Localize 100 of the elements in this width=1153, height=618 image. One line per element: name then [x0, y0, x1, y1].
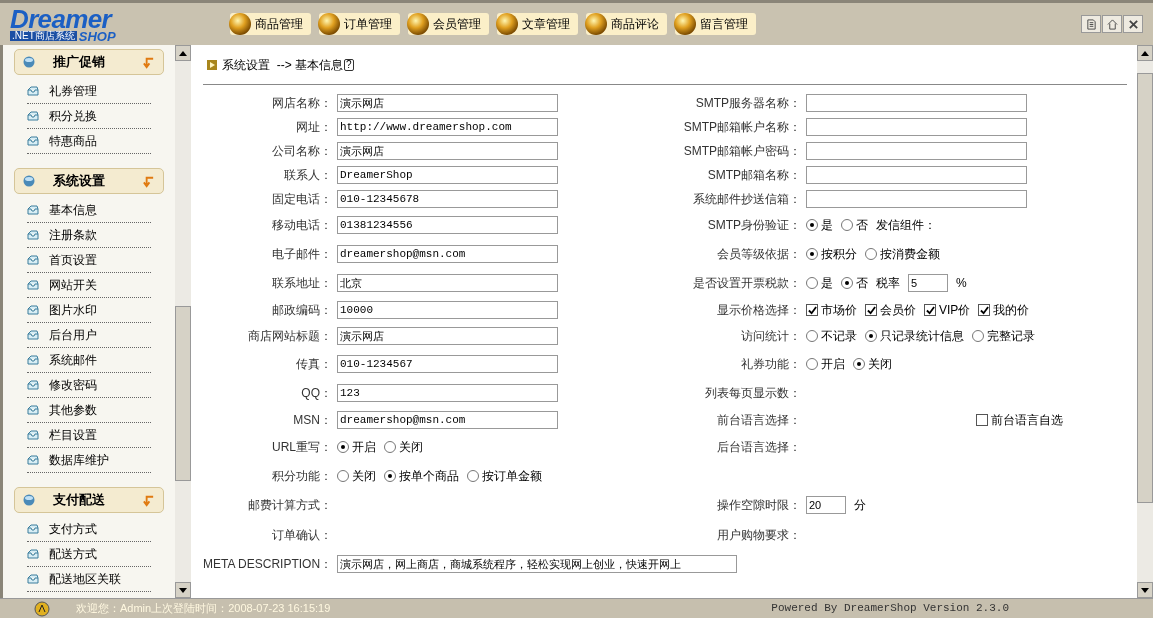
sidebar-item[interactable]: 积分兑换: [27, 104, 151, 129]
field-label: URL重写：: [271, 439, 333, 456]
down-arrow-icon[interactable]: [179, 587, 187, 593]
field-label: 积分功能：: [271, 468, 333, 485]
orb-icon: [23, 56, 35, 68]
checkbox-label: 会员价: [880, 302, 916, 319]
radio-button[interactable]: [972, 330, 984, 342]
radio-button[interactable]: [806, 248, 818, 260]
text-field[interactable]: dreamershop@msn.com: [337, 411, 558, 429]
radio-label: 按订单金额: [482, 468, 542, 485]
radio-button[interactable]: [853, 358, 865, 370]
text-field[interactable]: 01381234556: [337, 216, 558, 234]
group-header[interactable]: 支付配送: [14, 487, 164, 513]
checkbox[interactable]: [865, 304, 877, 316]
sidebar-item[interactable]: 数据库维护: [27, 448, 151, 473]
text-field[interactable]: 10000: [337, 301, 558, 319]
sidebar-item[interactable]: 其他参数: [27, 398, 151, 423]
nav-tab[interactable]: 会员管理: [408, 13, 489, 35]
text-field[interactable]: [806, 118, 1027, 136]
nav-tab[interactable]: 留言管理: [675, 13, 756, 35]
radio-button[interactable]: [865, 330, 877, 342]
radio-button[interactable]: [806, 219, 818, 231]
orb-icon: [317, 12, 341, 36]
sidebar-item[interactable]: 后台用户: [27, 323, 151, 348]
field-label: 用户购物要求：: [716, 527, 802, 544]
group-header[interactable]: 推广促销: [14, 49, 164, 75]
text-field[interactable]: 演示网店: [337, 327, 558, 345]
sidebar-item[interactable]: 配送地区关联: [27, 567, 151, 592]
text-field[interactable]: [806, 166, 1027, 184]
field-label: 联系人：: [283, 167, 333, 184]
field-text: 发信组件：: [876, 217, 936, 234]
checkbox[interactable]: [976, 414, 988, 426]
radio-button[interactable]: [806, 277, 818, 289]
text-field[interactable]: dreamershop@msn.com: [337, 245, 558, 263]
sidebar-item[interactable]: 基本信息: [27, 198, 151, 223]
sidebar-item[interactable]: 支付方式: [27, 517, 151, 542]
text-field[interactable]: [806, 94, 1027, 112]
radio-button[interactable]: [865, 248, 877, 260]
field-label: 联系地址：: [271, 275, 333, 292]
field-label: 后台语言选择：: [716, 439, 802, 456]
text-field[interactable]: 123: [337, 384, 558, 402]
close-icon[interactable]: [1123, 15, 1143, 33]
radio-button[interactable]: [806, 358, 818, 370]
up-arrow-icon[interactable]: [179, 50, 187, 56]
radio-label: 关闭: [399, 439, 423, 456]
down-arrow-icon[interactable]: [1141, 587, 1149, 593]
text-field[interactable]: 北京: [337, 274, 558, 292]
radio-button[interactable]: [337, 470, 349, 482]
radio-label: 按积分: [821, 246, 857, 263]
radio-button[interactable]: [384, 441, 396, 453]
nav-tab[interactable]: 文章管理: [497, 13, 578, 35]
group-title: 支付配送: [52, 491, 106, 510]
text-field[interactable]: [806, 190, 1027, 208]
scrollbar[interactable]: [175, 45, 191, 598]
text-field[interactable]: 010-12345678: [337, 190, 558, 208]
orb-icon: [495, 12, 519, 36]
checkbox[interactable]: [806, 304, 818, 316]
text-field[interactable]: 演示网店，网上商店，商城系统程序，轻松实现网上创业，快速开网上: [337, 555, 737, 573]
sidebar-item[interactable]: 首页设置: [27, 248, 151, 273]
text-field[interactable]: 20: [806, 496, 846, 514]
group-header[interactable]: 系统设置: [14, 168, 164, 194]
nav-tab[interactable]: 商品管理: [230, 13, 311, 35]
sidebar-item[interactable]: 栏目设置: [27, 423, 151, 448]
radio-button[interactable]: [384, 470, 396, 482]
sidebar-item[interactable]: 网站开关: [27, 273, 151, 298]
tray-icon: [27, 136, 39, 146]
sidebar-item[interactable]: 系统邮件: [27, 348, 151, 373]
sidebar-item[interactable]: 配送方式: [27, 542, 151, 567]
field-label: 邮费计算方式：: [247, 497, 333, 514]
text-field[interactable]: 演示网店: [337, 94, 558, 112]
text-field[interactable]: 5: [908, 274, 948, 292]
breadcrumb: 系统设置 --> 基本信息: [222, 56, 343, 74]
orb-icon: [23, 494, 35, 506]
radio-button[interactable]: [806, 330, 818, 342]
nav-tab[interactable]: 商品评论: [586, 13, 667, 35]
checkbox[interactable]: [978, 304, 991, 316]
text-field[interactable]: [806, 142, 1027, 160]
document-icon[interactable]: [1081, 15, 1101, 33]
tray-icon: [27, 455, 39, 465]
sidebar-item[interactable]: 特惠商品: [27, 129, 151, 154]
radio-button[interactable]: [467, 470, 479, 482]
text-field[interactable]: 010-1234567: [337, 355, 558, 373]
sidebar-item[interactable]: 注册条款: [27, 223, 151, 248]
radio-label: 按消费金额: [880, 246, 940, 263]
text-field[interactable]: 演示网店: [337, 142, 558, 160]
scrollbar[interactable]: [1137, 45, 1153, 598]
nav-tab[interactable]: 订单管理: [319, 13, 400, 35]
home-icon[interactable]: [1102, 15, 1122, 33]
up-arrow-icon[interactable]: [1141, 50, 1149, 56]
radio-label: 是: [821, 217, 833, 234]
radio-button[interactable]: [841, 277, 853, 289]
help-icon[interactable]: ?: [344, 58, 354, 71]
sidebar-item[interactable]: 礼券管理: [27, 79, 151, 104]
sidebar-item[interactable]: 修改密码: [27, 373, 151, 398]
checkbox[interactable]: [924, 304, 936, 316]
radio-button[interactable]: [337, 441, 349, 453]
radio-button[interactable]: [841, 219, 853, 231]
sidebar-item[interactable]: 图片水印: [27, 298, 151, 323]
text-field[interactable]: DreamerShop: [337, 166, 558, 184]
text-field[interactable]: http://www.dreamershop.com: [337, 118, 558, 136]
